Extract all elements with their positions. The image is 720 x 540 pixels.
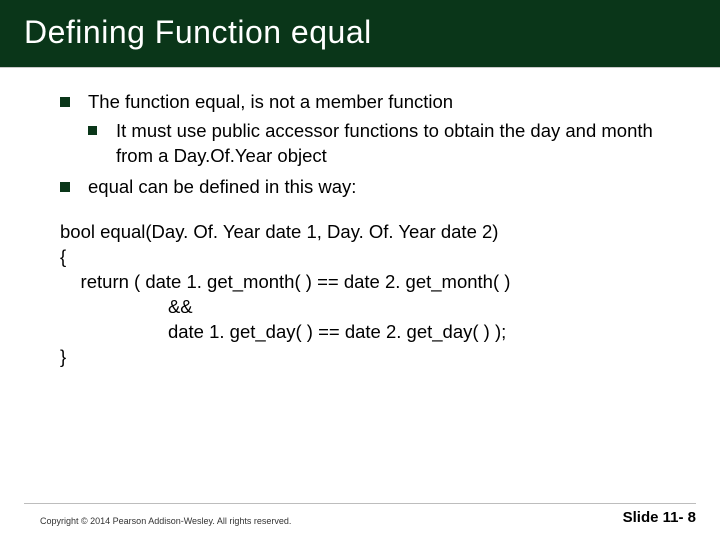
code-line-4: && [60,296,193,317]
code-line-1: bool equal(Day. Of. Year date 1, Day. Of… [60,221,498,242]
title-band: Defining Function equal [0,0,720,67]
bullet-1-sublist: It must use public accessor functions to… [88,119,680,169]
bullet-2-text: equal can be defined in this way: [88,176,356,197]
bullet-list: The function equal, is not a member func… [60,90,680,200]
bullet-1-1: It must use public accessor functions to… [88,119,680,169]
code-line-6: } [60,346,66,367]
bullet-1: The function equal, is not a member func… [60,90,680,169]
footer: Copyright © 2014 Pearson Addison-Wesley.… [0,509,720,526]
content-area: The function equal, is not a member func… [0,68,720,370]
bullet-1-1-text: It must use public accessor functions to… [116,120,653,166]
slide: Defining Function equal The function equ… [0,0,720,540]
bullet-1-text: The function equal, is not a member func… [88,91,453,112]
slide-number: Slide 11- 8 [623,509,696,526]
code-line-5: date 1. get_day( ) == date 2. get_day( )… [60,321,506,342]
bullet-2: equal can be defined in this way: [60,175,680,200]
copyright-text: Copyright © 2014 Pearson Addison-Wesley.… [40,516,291,526]
slide-title: Defining Function equal [24,14,720,51]
code-block: bool equal(Day. Of. Year date 1, Day. Of… [60,220,680,370]
code-line-3: return ( date 1. get_month( ) == date 2.… [60,271,510,292]
code-line-2: { [60,246,66,267]
footer-rule [24,503,696,504]
